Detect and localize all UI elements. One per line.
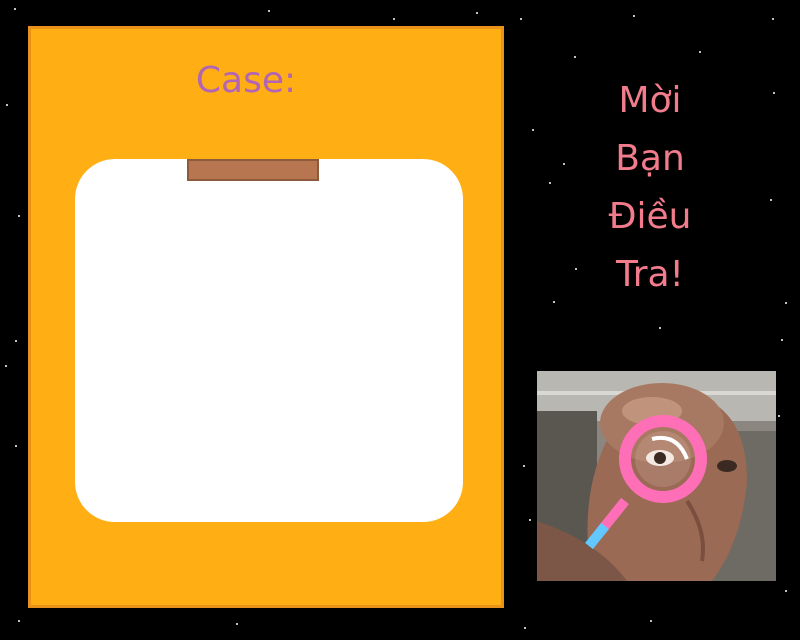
invite-text: Mời Bạn Điều Tra! — [560, 72, 740, 304]
case-card[interactable] — [75, 159, 463, 522]
detective-photo[interactable] — [537, 371, 776, 581]
invite-line: Điều — [608, 196, 692, 237]
case-title: Case: — [195, 60, 297, 101]
case-panel: Case: — [28, 26, 504, 608]
clipboard-clip — [187, 159, 319, 181]
invite-line: Bạn — [615, 138, 685, 179]
invite-line: Mời — [618, 80, 682, 121]
invite-line: Tra! — [616, 254, 684, 295]
magnifying-glass-icon — [585, 415, 707, 550]
